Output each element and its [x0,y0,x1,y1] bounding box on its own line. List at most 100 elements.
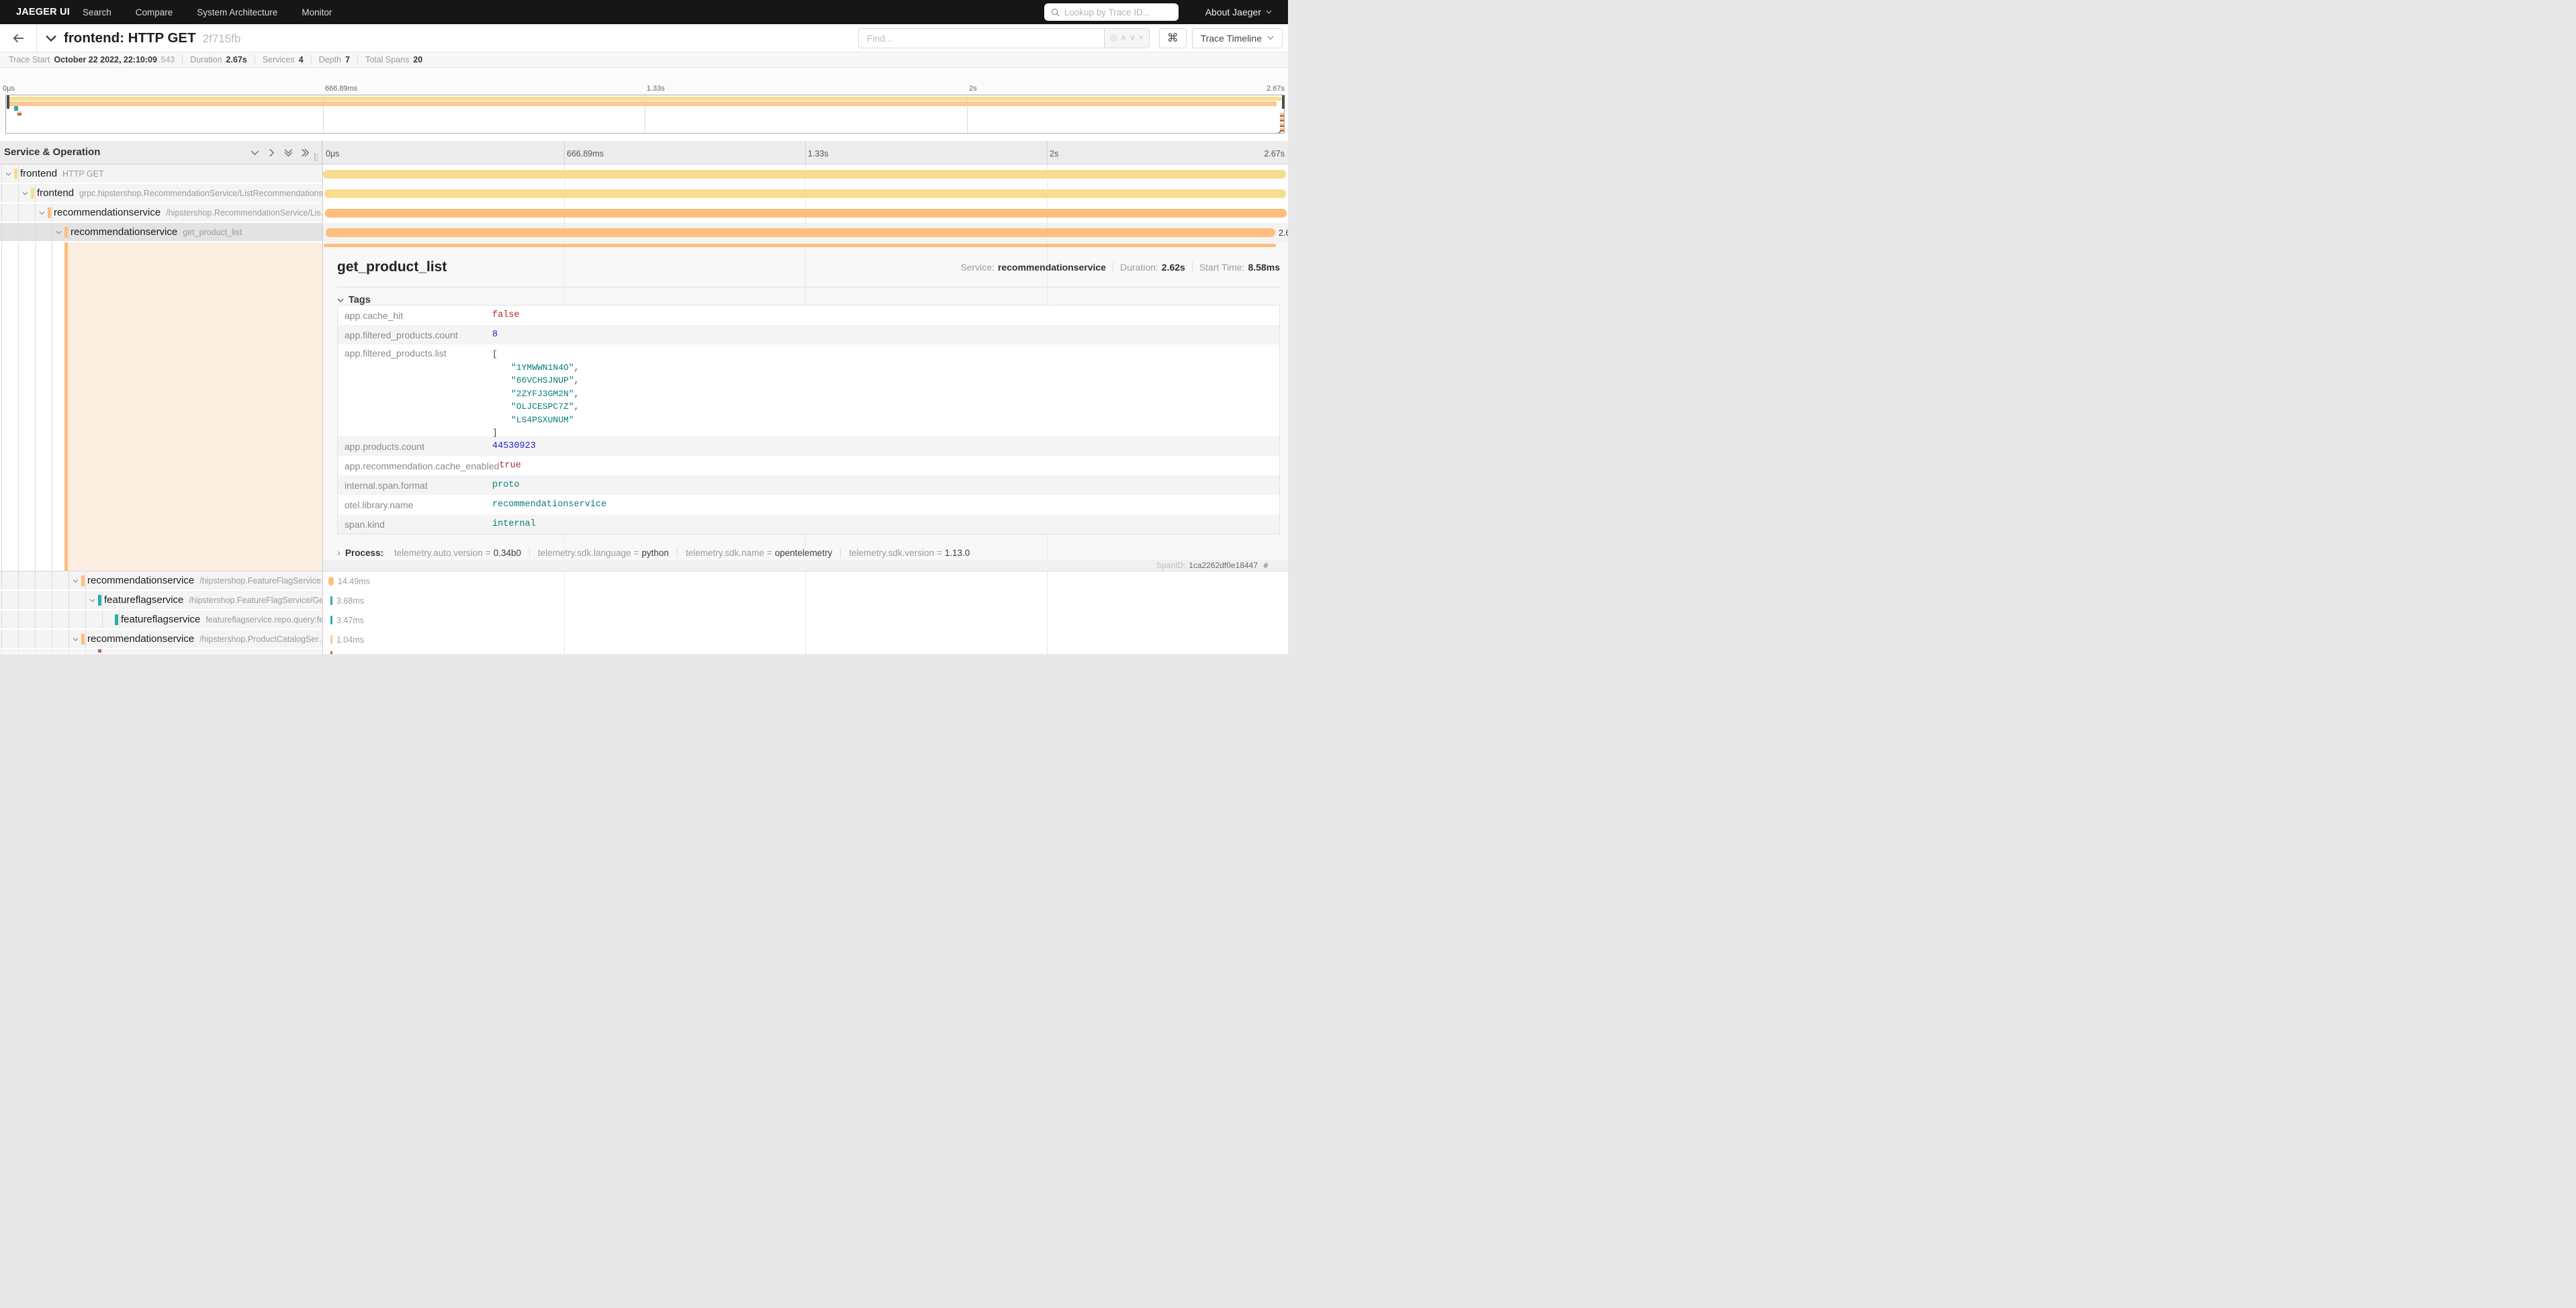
span-timeline-cell: 3.68ms [322,591,1288,610]
span-name-cell[interactable]: frontend HTTP GET [0,165,322,184]
about-jaeger-menu[interactable]: About Jaeger [1205,7,1272,17]
indent-guides [1,610,120,628]
chevron-down-icon[interactable] [38,209,46,217]
span-duration-label: 3.68ms [336,596,364,606]
tags-table: app.cache_hitfalse app.filtered_products… [337,305,1280,534]
span-bar[interactable] [325,209,1287,218]
expand-all-icon[interactable] [300,147,311,158]
span-name-cell[interactable]: recommendationservice get_product_list [0,223,322,242]
span-duration-label: 2.62s [1279,228,1288,238]
span-name-cell[interactable]: frontend grpc.hipstershop.Recommendation… [0,184,322,203]
minimap-tick-labels: 0μs 666.89ms 1.33s 2s 2.67s [0,68,1288,95]
span-id-bar: SpanID: 1ca2262df0e18447 [322,560,1288,571]
minimap-span-frontend [7,97,1281,101]
nav-menu: Search Compare System Architecture Monit… [83,7,332,17]
nav-item-compare[interactable]: Compare [136,7,173,17]
trace-header: frontend: HTTP GET2f715fb ◎ ∧ ∨ × ⌘ Trac… [0,24,1288,52]
span-bar[interactable] [330,596,332,605]
span-bar[interactable] [326,228,1275,237]
chevron-down-icon[interactable] [72,636,79,643]
span-rows: frontend HTTP GET frontend grpc.hipsters… [0,165,1288,654]
collapse-one-icon[interactable] [249,147,261,158]
span-name-cell[interactable]: featureflagservice /hipstershop.FeatureF… [0,591,322,610]
process-accordion[interactable]: › Process: telemetry.auto.version=0.34b0… [337,547,978,559]
meta-total-spans: Total Spans20 [357,55,430,64]
trace-view-selector[interactable]: Trace Timeline [1192,28,1283,48]
chevron-down-icon[interactable] [72,577,79,585]
service-color-bar [115,614,118,625]
minimap-scrubber-right[interactable] [1282,95,1285,109]
app-logo[interactable]: JAEGER UI [16,7,70,17]
back-button[interactable] [0,24,36,52]
span-bar[interactable] [328,577,334,586]
search-icon [1051,8,1060,17]
tag-row: app.cache_hitfalse [338,306,1279,325]
span-timeline-cell [322,184,1288,203]
span-name-cell[interactable] [0,649,322,654]
top-nav: JAEGER UI Search Compare System Architec… [0,0,1288,24]
indent-guides [1,591,103,609]
meta-trace-start: Trace StartOctober 22 2022, 22:10:09.543 [1,55,182,64]
timeline-tick-labels: 0μs 666.89ms 1.33s 2s 2.67s [322,141,1288,164]
chevron-down-icon[interactable] [55,229,62,236]
tag-row: app.products.count44530923 [338,436,1279,456]
span-bar[interactable] [324,189,1286,198]
minimap-canvas[interactable] [5,95,1285,134]
span-detail-indent-column [0,242,322,571]
span-name-cell[interactable]: featureflagservice featureflagservice.re… [0,610,322,630]
expand-one-icon[interactable] [266,147,277,158]
next-match-icon[interactable]: ∨ [1130,34,1136,42]
span-bar[interactable] [330,651,332,654]
span-bar[interactable] [323,170,1286,179]
minimap-scrubber-left[interactable] [7,95,9,109]
clear-find-icon[interactable]: × [1138,34,1143,42]
indent-guides [1,649,103,653]
service-color-bar [98,649,101,654]
process-tag: telemetry.sdk.name=opentelemetry [677,548,840,558]
span-name-cell[interactable]: recommendationservice /hipstershop.Featu… [0,571,322,591]
span-operation-title: get_product_list [337,259,447,275]
detail-service: Service:recommendationservice [954,262,1113,273]
span-bar[interactable] [330,616,332,624]
service-operation-label: Service & Operation [4,146,100,158]
collapse-all-icon[interactable] [283,147,294,158]
process-tag: telemetry.auto.version=0.34b0 [386,548,529,558]
span-row-frontend-grpc: frontend grpc.hipstershop.Recommendation… [0,184,1288,203]
column-resize-handle[interactable] [314,153,318,161]
tag-row: otel.library.namerecommendationservice [338,495,1279,514]
span-name-cell[interactable]: recommendationservice /hipstershop.Recom… [0,203,322,223]
span-bar[interactable] [330,635,332,644]
nav-item-monitor[interactable]: Monitor [302,7,332,17]
keyboard-shortcuts-button[interactable]: ⌘ [1159,28,1187,48]
service-color-bar [64,227,68,238]
link-icon[interactable] [1261,561,1271,570]
find-input[interactable] [858,28,1105,48]
tags-accordion-header[interactable]: Tags [337,295,371,306]
minimap-span-brown-tick [17,111,21,115]
minimap-span-recommendation [7,101,1277,106]
trace-title: frontend: HTTP GET2f715fb [64,30,240,46]
span-row-featureflag-repo-query: featureflagservice featureflagservice.re… [0,610,1288,630]
focus-match-icon[interactable]: ◎ [1110,34,1117,42]
span-duration-label: 14.49ms [338,577,370,586]
span-timeline-cell [322,165,1288,184]
collapse-trace-chevron-icon[interactable] [45,34,57,42]
service-color-bar [98,595,101,606]
tag-row: span.kindinternal [338,514,1279,534]
trace-id-search-placeholder: Lookup by Trace ID... [1064,7,1150,17]
chevron-down-icon[interactable] [89,597,96,604]
nav-item-system-architecture[interactable]: System Architecture [197,7,277,17]
span-timeline-cell: 3.47ms [322,610,1288,630]
tag-row: app.recommendation.cache_enabledtrue [338,456,1279,475]
collapse-controls [249,147,311,158]
prev-match-icon[interactable]: ∧ [1120,34,1126,42]
span-detail-panel: get_product_list Service:recommendations… [322,242,1288,571]
span-row-partial [0,649,1288,654]
chevron-down-icon[interactable] [21,190,29,197]
span-name-cell[interactable]: recommendationservice /hipstershop.Produ… [0,630,322,649]
nav-item-search[interactable]: Search [83,7,111,17]
json-list-value: [ "1YMWWN1N4O", "66VCHSJNUP", "2ZYFJ3GM2… [492,348,579,440]
trace-id-search-input[interactable]: Lookup by Trace ID... [1044,3,1179,21]
chevron-down-icon[interactable] [5,171,12,178]
detail-start-time: Start Time:8.58ms [1192,262,1280,273]
